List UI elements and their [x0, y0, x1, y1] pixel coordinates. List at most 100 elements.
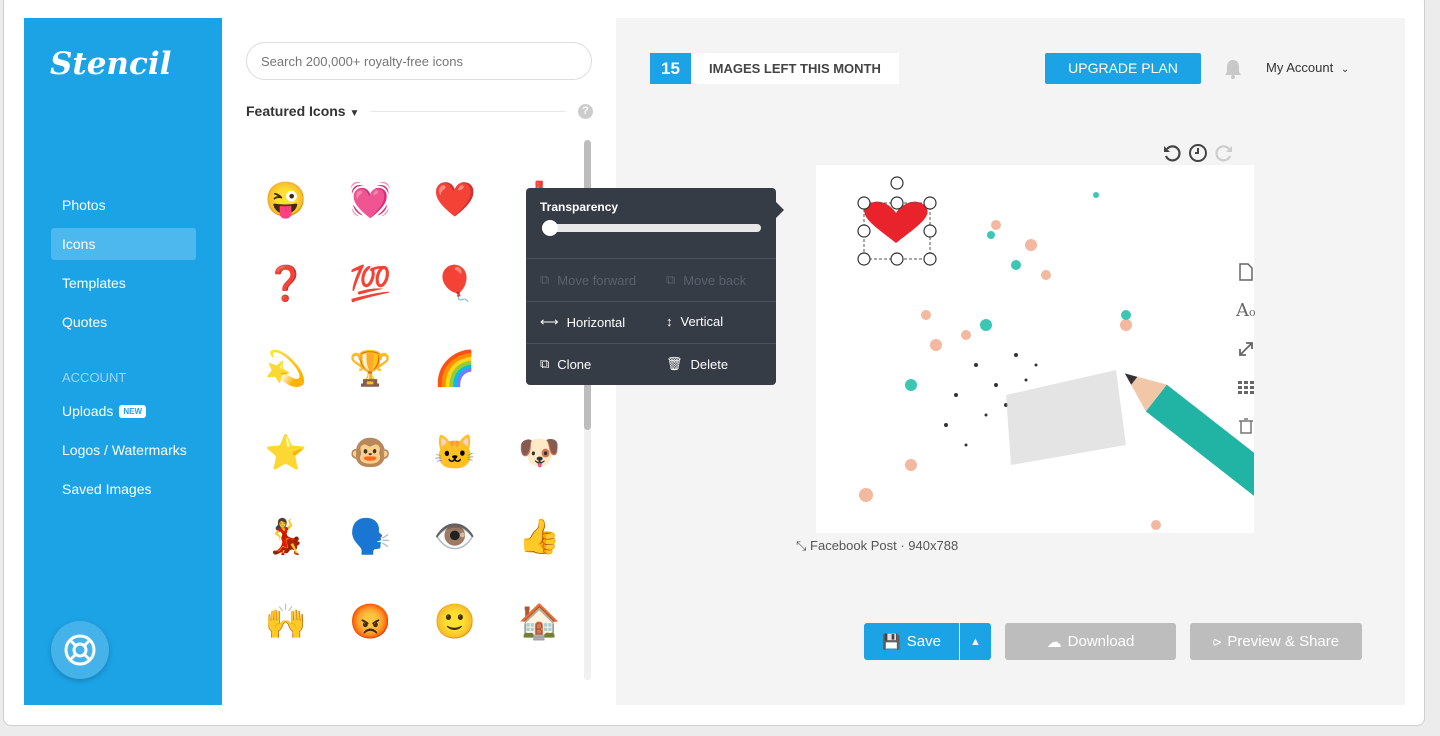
move-back-label: Move back [683, 272, 747, 288]
horizontal-arrows-icon: ⟷ [540, 314, 559, 329]
preview-share-button[interactable]: ⪧ Preview & Share [1190, 623, 1362, 660]
icon-grid-item[interactable]: 😡 [329, 580, 413, 664]
undo-icon[interactable] [1162, 143, 1182, 163]
icon-search-input[interactable] [246, 42, 592, 80]
help-icon[interactable]: ? [578, 104, 593, 119]
divider [526, 301, 776, 302]
design-canvas[interactable] [816, 165, 1254, 533]
sidebar-item-uploads[interactable]: Uploads NEW [51, 395, 196, 427]
sidebar-item-templates[interactable]: Templates [51, 267, 196, 299]
icon-grid-item[interactable]: 💫 [244, 327, 328, 411]
vertical-label: Vertical [680, 314, 724, 329]
icon-grid-item[interactable]: 👍 [498, 495, 582, 579]
icon-grid-item[interactable]: 😜 [244, 158, 328, 242]
save-options-button[interactable]: ▲ [960, 623, 991, 660]
move-forward-button[interactable]: ⧉ Move forward [540, 272, 636, 288]
featured-icons-dropdown[interactable]: Featured Icons ▼ [246, 103, 359, 119]
icon-grid-item[interactable]: ❤️ [413, 158, 497, 242]
divider [370, 111, 566, 112]
move-back-icon: ⧉ [666, 272, 676, 287]
transparency-slider-handle[interactable] [542, 220, 558, 236]
life-ring-icon [64, 634, 96, 666]
delete-button[interactable]: 🗑 Delete [666, 356, 728, 372]
icon-grid-item[interactable]: ❓ [244, 242, 328, 326]
clone-label: Clone [557, 356, 592, 372]
resize-icon: ⤡ [796, 538, 807, 553]
icon-grid-item[interactable]: 🌵 [329, 664, 413, 683]
icon-grid-item[interactable]: ⭐ [244, 411, 328, 495]
icon-grid-item[interactable]: 🏆 [329, 327, 413, 411]
grid-icon[interactable] [1236, 377, 1256, 397]
icon-grid-item[interactable]: 💃 [244, 495, 328, 579]
preview-share-label: Preview & Share [1227, 633, 1340, 650]
canvas-image [857, 176, 1254, 530]
sidebar-item-photos[interactable]: Photos [51, 189, 196, 221]
icon-grid-item[interactable]: 🍏 [498, 664, 582, 683]
sidebar-item-icons[interactable]: Icons [51, 228, 196, 260]
text-font-icon[interactable]: Ao [1236, 300, 1256, 321]
sidebar-item-saved-images[interactable]: Saved Images [51, 473, 196, 505]
move-forward-icon: ⧉ [540, 272, 550, 287]
clone-button[interactable]: ⧉ Clone [540, 356, 591, 372]
help-button[interactable] [51, 621, 109, 679]
resize-icon[interactable] [1236, 339, 1256, 359]
featured-icons-label: Featured Icons [246, 103, 346, 119]
divider [526, 258, 776, 259]
move-forward-label: Move forward [557, 272, 637, 288]
new-badge: NEW [119, 405, 147, 418]
icon-grid-item[interactable]: 🏠 [498, 580, 582, 664]
transparency-slider[interactable] [542, 220, 761, 236]
download-label: Download [1067, 633, 1135, 650]
cloud-download-icon: ☁ [1046, 633, 1062, 651]
icon-grid-item[interactable]: 🙂 [413, 580, 497, 664]
page-icon[interactable] [1236, 262, 1256, 282]
icon-grid-item[interactable]: 💓 [329, 158, 413, 242]
uploads-label: Uploads [62, 403, 114, 419]
icon-grid-item[interactable]: 🙌 [244, 580, 328, 664]
sidebar-item-quotes[interactable]: Quotes [51, 306, 196, 338]
icon-grid-item[interactable]: 🐵 [329, 411, 413, 495]
bell-icon[interactable] [1222, 58, 1244, 80]
icon-grid-item[interactable]: 🍉 [413, 664, 497, 683]
flip-horizontal-button[interactable]: ⟷ Horizontal [540, 314, 625, 330]
chevron-down-icon: ▼ [349, 108, 360, 119]
chevron-down-icon: ⌄ [1340, 64, 1350, 75]
save-button[interactable]: 💾 Save [864, 623, 959, 660]
images-left-counter: 15 IMAGES LEFT THIS MONTH [650, 53, 899, 84]
trash-icon: 🗑 [666, 356, 683, 371]
upgrade-plan-button[interactable]: UPGRADE PLAN [1045, 53, 1201, 84]
redo-icon[interactable] [1214, 143, 1234, 163]
icon-grid-item[interactable]: 🗣️ [329, 495, 413, 579]
save-label: Save [906, 633, 941, 650]
my-account-menu[interactable]: My Account ⌄ [1266, 60, 1349, 75]
download-button[interactable]: ☁ Download [1005, 623, 1176, 660]
my-account-label: My Account [1266, 60, 1334, 75]
icon-grid-item[interactable]: 🌳 [244, 664, 328, 683]
sidebar: Stencil Photos Icons Templates Quotes AC… [24, 18, 222, 705]
icon-grid-item[interactable]: 🎈 [413, 242, 497, 326]
history-icon[interactable] [1188, 143, 1208, 163]
images-left-count: 15 [650, 53, 691, 84]
chevron-up-icon: ▲ [970, 635, 981, 648]
icon-options-popup: Transparency ⧉ Move forward ⧉ Move back ⟷ H… [526, 188, 784, 385]
divider [526, 343, 776, 344]
flip-vertical-button[interactable]: ↕ Vertical [666, 314, 723, 329]
horizontal-label: Horizontal [566, 314, 626, 330]
icon-grid-item[interactable]: 👁️ [413, 495, 497, 579]
floppy-icon: 💾 [882, 633, 901, 651]
icon-grid-item[interactable]: 💯 [329, 242, 413, 326]
account-section-header: ACCOUNT [62, 370, 127, 385]
canvas-size-label: Facebook Post · 940x788 [810, 538, 959, 553]
icon-grid-item[interactable]: 🌈 [413, 327, 497, 411]
icon-grid-item[interactable]: 🐶 [498, 411, 582, 495]
images-left-label: IMAGES LEFT THIS MONTH [709, 61, 881, 76]
clone-icon: ⧉ [540, 356, 550, 371]
move-back-button[interactable]: ⧉ Move back [666, 272, 746, 288]
stencil-logo[interactable]: Stencil [50, 46, 171, 82]
vertical-arrows-icon: ↕ [666, 314, 673, 329]
sidebar-item-logos-watermarks[interactable]: Logos / Watermarks [51, 434, 196, 466]
canvas-size-info: ⤡ Facebook Post · 940x788 [796, 538, 958, 554]
delete-label: Delete [690, 356, 729, 372]
icon-grid-item[interactable]: 🐱 [413, 411, 497, 495]
trash-icon[interactable] [1236, 416, 1256, 436]
